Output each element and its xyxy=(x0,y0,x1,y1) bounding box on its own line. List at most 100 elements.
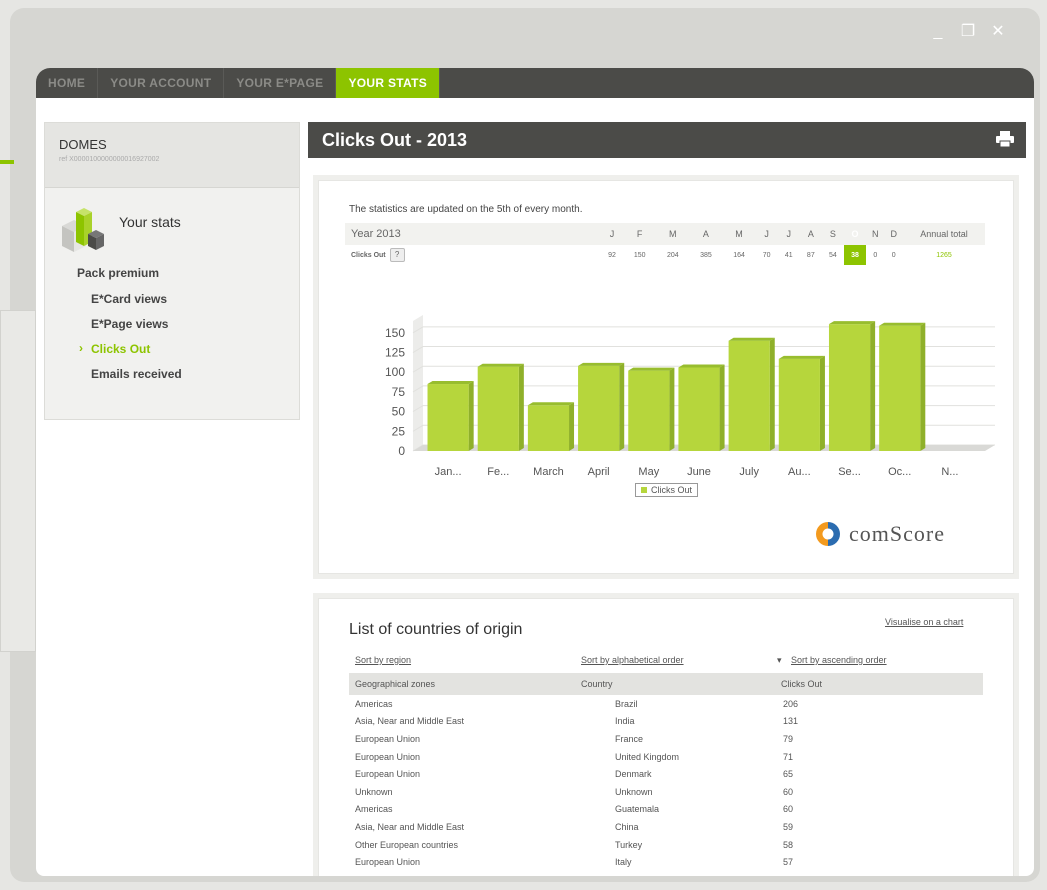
bar-top xyxy=(477,363,524,367)
bar-side xyxy=(669,367,675,451)
countries-table-body: Americas Brazil 206 Asia, Near and Middle E… xyxy=(349,695,983,871)
month-value: 164 xyxy=(733,251,745,259)
sidebar-title: Your stats xyxy=(119,214,181,230)
y-tick-label: 50 xyxy=(392,405,406,419)
month-header: A xyxy=(799,223,822,245)
y-tick-label: 100 xyxy=(385,365,405,379)
y-tick-label: 0 xyxy=(398,444,405,458)
chart-bar xyxy=(527,405,570,451)
x-tick-label: April xyxy=(588,466,610,478)
close-icon[interactable]: ✕ xyxy=(985,22,1011,42)
sidebar-item-ecard-views[interactable]: E*Card views xyxy=(81,292,299,317)
chart-bar xyxy=(678,367,720,451)
tab-your-epage[interactable]: YOUR E*PAGE xyxy=(224,68,337,98)
chart-bar xyxy=(728,340,770,451)
month-value: 70 xyxy=(762,251,771,259)
country-cell: United Kingdom xyxy=(615,751,680,762)
x-tick-label: Oc... xyxy=(888,466,911,478)
country-cell: Denmark xyxy=(615,769,652,780)
column-header-clicks: Clicks Out xyxy=(775,673,983,695)
bar-side xyxy=(819,355,825,451)
month-header-selected[interactable]: O xyxy=(843,223,867,245)
x-tick-label: Jan... xyxy=(435,466,462,478)
month-header: A xyxy=(689,223,723,245)
y-tick-label: 150 xyxy=(385,326,405,340)
account-name: DOMES xyxy=(59,137,107,152)
country-cell: Turkey xyxy=(615,839,643,850)
minimize-icon[interactable]: _ xyxy=(925,22,951,42)
x-tick-label: N... xyxy=(941,466,958,478)
month-value: 92 xyxy=(608,251,616,259)
bar-side xyxy=(769,337,775,451)
sort-arrow-icon: ▾ xyxy=(777,655,782,665)
chart-bar xyxy=(879,325,921,451)
account-ref: ref X0000100000000016927002 xyxy=(59,156,160,163)
bar-top xyxy=(828,321,876,325)
country-cell: India xyxy=(615,716,635,727)
bar-side xyxy=(920,322,926,451)
month-header: J xyxy=(777,223,800,245)
sort-by-region-link[interactable]: Sort by region xyxy=(355,655,411,665)
help-icon[interactable]: ? xyxy=(389,248,405,262)
table-row: Asia, Near and Middle East India 131 xyxy=(349,713,983,731)
month-value: 87 xyxy=(806,251,815,259)
bar-side xyxy=(468,381,474,451)
chart-bar xyxy=(578,365,620,451)
update-notice: The statistics are updated on the 5th of… xyxy=(349,204,583,215)
bar-top xyxy=(778,355,825,359)
bar-side xyxy=(719,364,725,451)
y-tick-label: 25 xyxy=(392,424,406,438)
month-value: 0 xyxy=(891,251,896,259)
zone-cell: Americas xyxy=(355,698,393,709)
month-value: 0 xyxy=(873,251,878,259)
bar-side xyxy=(619,362,625,451)
bar-top xyxy=(728,337,775,341)
main-nav: HOME YOUR ACCOUNT YOUR E*PAGE YOUR STATS xyxy=(36,68,1034,98)
print-icon[interactable] xyxy=(996,131,1014,147)
page-title-bar: Clicks Out - 2013 xyxy=(308,122,1026,158)
month-header: D xyxy=(884,223,903,245)
zone-cell: European Union xyxy=(355,769,421,780)
zone-cell: Asia, Near and Middle East xyxy=(355,716,465,727)
month-header: M xyxy=(656,223,690,245)
table-row: European Union Denmark 65 xyxy=(349,765,983,783)
tab-your-stats[interactable]: YOUR STATS xyxy=(336,68,441,98)
table-row: Other European countries Turkey 58 xyxy=(349,836,983,854)
y-tick-label: 75 xyxy=(392,385,406,399)
sort-ascending-link[interactable]: Sort by ascending order xyxy=(791,655,887,665)
chart-legend: Clicks Out xyxy=(635,483,699,497)
month-header: M xyxy=(722,223,756,245)
x-tick-label: March xyxy=(533,466,564,478)
stats-panel: The statistics are updated on the 5th of… xyxy=(318,180,1014,574)
bar-side xyxy=(569,402,575,451)
stats-heading: Your stats xyxy=(45,188,299,258)
legend-label: Clicks Out xyxy=(651,485,693,495)
table-row: European Union France 79 xyxy=(349,730,983,748)
countries-table: Geographical zones Country Clicks Out Am… xyxy=(349,673,983,871)
tab-home[interactable]: HOME xyxy=(36,68,99,98)
clicks-bar-chart: 0 25 50 75 100 125 150 Jan... Fe... March April May… xyxy=(385,315,995,478)
column-header-zone: Geographical zones xyxy=(349,673,575,695)
month-value: 150 xyxy=(633,251,646,259)
sort-alphabetical-link[interactable]: Sort by alphabetical order xyxy=(581,655,684,665)
sidebar-item-epage-views[interactable]: E*Page views xyxy=(81,317,299,342)
clicks-cell: 60 xyxy=(783,804,794,815)
sidebar-item-emails-received[interactable]: Emails received xyxy=(81,367,299,392)
countries-title: List of countries of origin xyxy=(349,621,523,638)
y-tick-label: 125 xyxy=(385,346,405,360)
sidebar-item-clicks-out[interactable]: Clicks Out xyxy=(79,341,299,367)
comscore-name: comScore xyxy=(849,521,945,546)
tab-your-account[interactable]: YOUR ACCOUNT xyxy=(98,68,225,98)
row-label: Clicks Out xyxy=(351,252,386,259)
x-tick-label: June xyxy=(687,466,711,478)
country-cell: Unknown xyxy=(615,786,653,797)
annual-label: Annual total xyxy=(903,223,985,245)
x-tick-label: July xyxy=(739,466,759,478)
window-controls: _ ❐ ✕ xyxy=(925,22,1011,42)
table-row: Unknown Unknown 60 xyxy=(349,783,983,801)
table-row: Asia, Near and Middle East China 59 xyxy=(349,818,983,836)
chart-bar xyxy=(427,384,469,451)
row-label-cell: Clicks Out? xyxy=(345,245,541,265)
restore-icon[interactable]: ❐ xyxy=(955,22,981,42)
visualise-chart-link[interactable]: Visualise on a chart xyxy=(885,617,963,627)
